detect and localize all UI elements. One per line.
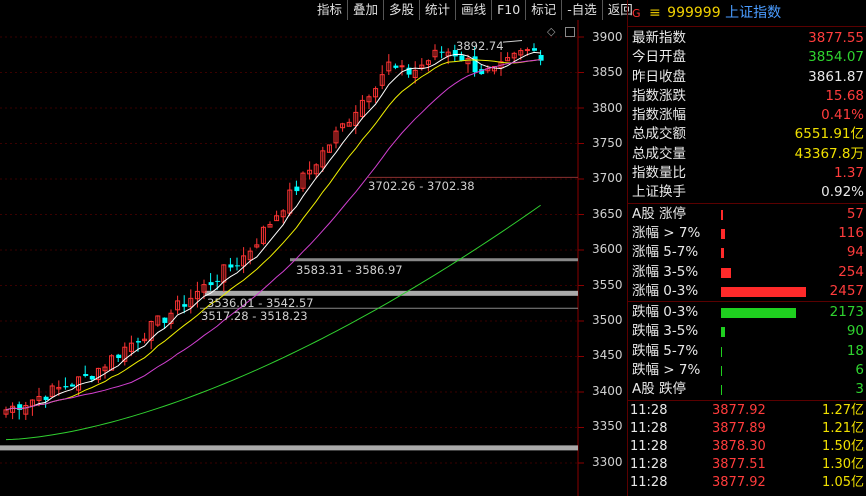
toolbar-draw-line-button[interactable]: 画线 [455,0,491,20]
menu-icon[interactable]: ≡ [649,5,661,21]
candle-body [136,341,141,343]
window-toggle-icon[interactable] [565,27,575,37]
toolbar-watchlist-button[interactable]: -自选 [561,0,602,20]
up-distribution: A股 涨停 57 涨幅 > 7% 116 涨幅 5-7% 94 涨幅 3-5% 254 … [628,204,866,301]
peak-price-label: 3892.74 [456,39,504,53]
candle-body [235,265,240,267]
stat-turnover-amount: 总成交额 6551.91亿 [632,126,864,143]
dist-row-up-3-5: 涨幅 3-5% 254 [632,263,864,280]
kline-chart[interactable] [0,0,626,496]
stat-volume: 总成交量 43367.8万 [632,145,864,162]
tick-row: 11:28 3878.30 1.50亿 [630,438,864,454]
candle-body [63,386,69,388]
peak-arrow [502,40,523,43]
candle-body [532,48,537,51]
candle-body [70,384,75,387]
y-axis-label: 3850 [592,65,623,79]
toolbar-mark-button[interactable]: 标记 [525,0,561,20]
y-axis-label: 3800 [592,101,623,115]
dist-row-up-5-7: 涨幅 5-7% 94 [632,244,864,261]
quote-panel: G ≡ 999999 上证指数 最新指数 3877.55 今日开盘 3854.07 … [627,0,866,496]
dist-row-down-0-3: 跌幅 0-3% 2173 [632,304,864,321]
tick-row: 11:28 3877.89 1.21亿 [630,420,864,436]
y-axis-label: 3400 [592,384,623,398]
toolbar-statistics-button[interactable]: 统计 [419,0,455,20]
dist-row-down-3-5: 跌幅 3-5% 90 [632,323,864,340]
candle-body [89,376,95,380]
candle-body [439,51,445,53]
y-axis-label: 3550 [592,278,623,292]
candle-body [182,304,188,307]
kline-chart-area[interactable]: 指标 叠加 多股 统计 画线 F10 标记 -自选 返回 ◇ 3892.74 3… [0,0,638,496]
stat-open: 今日开盘 3854.07 [632,49,864,66]
stat-volume-ratio: 指数量比 1.37 [632,165,864,182]
toolbar-f10-button[interactable]: F10 [491,0,525,20]
candle-body [83,374,89,376]
gap-zone [0,445,578,451]
stat-change: 指数涨跌 15.68 [632,87,864,104]
y-axis-label: 3750 [592,136,623,150]
toolbar-multi-stock-button[interactable]: 多股 [383,0,419,20]
dist-row-limit-down: A股 跌停 3 [632,381,864,398]
dist-row-down-gt7: 跌幅 > 7% 6 [632,362,864,379]
y-axis-label: 3450 [592,348,623,362]
stat-change-pct: 指数涨幅 0.41% [632,107,864,124]
y-axis-label: 3700 [592,171,623,185]
candle-body [524,49,530,52]
stat-prev-close: 昨日收盘 3861.87 [632,68,864,85]
y-axis-label: 3350 [592,419,623,433]
quote-header: G ≡ 999999 上证指数 [628,0,866,27]
candle-body [215,280,221,282]
gap-zone [290,258,578,262]
dist-row-up-gt7: 涨幅 > 7% 116 [632,224,864,241]
diamond-marker-icon[interactable]: ◇ [547,25,555,38]
dist-row-down-5-7: 跌幅 5-7% 18 [632,342,864,359]
gap-annotation: 3702.26 - 3702.38 [368,179,475,193]
y-axis-label: 3300 [592,455,623,469]
dist-row-up-0-3: 涨幅 0-3% 2457 [632,282,864,299]
tick-row: 11:28 3877.92 1.27亿 [630,402,864,418]
gap-annotation: 3536.01 - 3542.57 [207,296,314,310]
y-axis-label: 3600 [592,242,623,256]
candle-body [228,264,234,268]
down-distribution: 跌幅 0-3% 2173 跌幅 3-5% 90 跌幅 5-7% 18 跌幅 > 7% 6… [628,302,866,399]
candle-body [459,55,465,61]
gap-annotation: 3583.31 - 3586.97 [296,263,403,277]
stats-section: 最新指数 3877.55 今日开盘 3854.07 昨日收盘 3861.87 指数涨跌… [628,27,866,203]
y-axis-label: 3900 [592,30,623,44]
candle-body [208,282,214,286]
y-axis-label: 3500 [592,313,623,327]
tick-row: 11:28 3877.51 1.30亿 [630,456,864,472]
candle-body [399,65,405,68]
chart-toolbar: 指标 叠加 多股 统计 画线 F10 标记 -自选 返回 [312,0,638,20]
tick-list[interactable]: 11:28 3877.92 1.27亿 11:28 3877.89 1.21亿 11:2… [628,401,866,492]
ma10-line [5,58,541,411]
stock-name: 上证指数 [725,5,782,21]
flag-badge: G [632,7,641,20]
tick-row: 11:28 3877.92 1.05亿 [630,474,864,490]
gap-annotation: 3517.28 - 3518.23 [201,309,308,323]
stock-code: 999999 [667,5,721,21]
toolbar-indicator-button[interactable]: 指标 [312,0,347,20]
toolbar-overlay-button[interactable]: 叠加 [347,0,383,20]
candle-body [116,354,122,358]
y-axis-label: 3650 [592,207,623,221]
candle-body [43,396,49,400]
stat-latest-index: 最新指数 3877.55 [632,30,864,46]
candle-body [393,65,399,68]
candle-body [162,317,168,323]
stat-turnover-rate: 上证换手 0.92% [632,184,864,201]
dist-row-limit-up: A股 涨停 57 [632,205,864,222]
ma20-line [5,59,541,411]
candle-body [294,186,300,192]
